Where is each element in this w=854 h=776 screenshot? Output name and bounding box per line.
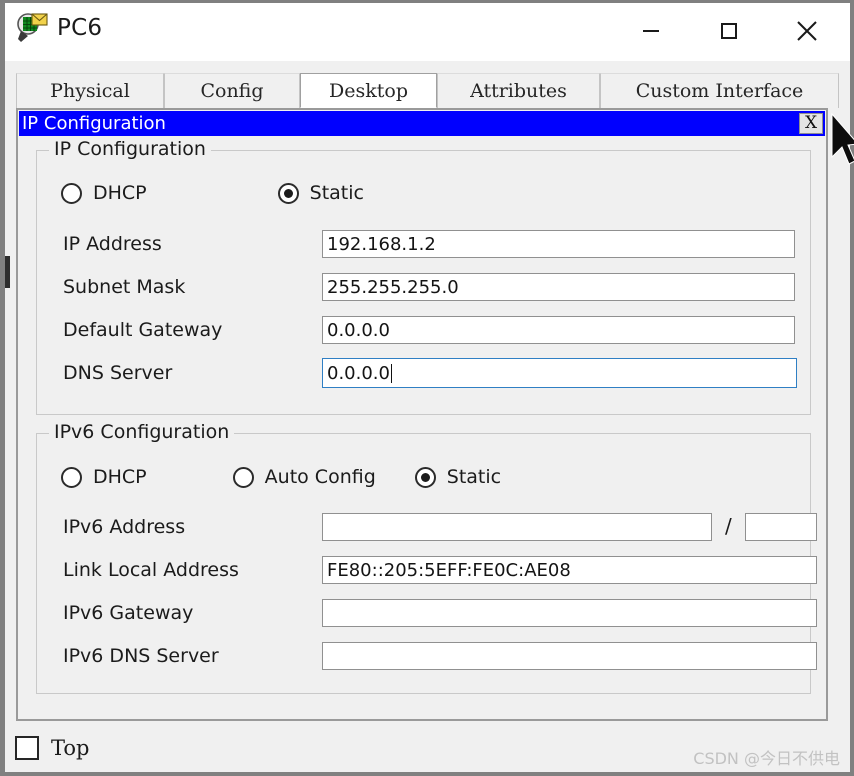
minimize-icon [643, 30, 659, 32]
maximize-button[interactable] [690, 3, 768, 59]
ip-address-label: IP Address [63, 233, 162, 255]
ipv6-auto-config-label: Auto Config [264, 466, 376, 488]
ipv6-prefix-separator: / [725, 514, 732, 538]
dialog-title: IP Configuration [22, 112, 166, 134]
tab-custom-interface[interactable]: Custom Interface [600, 73, 839, 108]
dns-server-input[interactable]: 0.0.0.0 [322, 358, 797, 388]
radio-circle-checked-icon [414, 466, 436, 488]
link-local-address-input[interactable]: FE80::205:5EFF:FE0C:AE08 [322, 556, 817, 584]
ipv6-dhcp-radio[interactable]: DHCP [61, 466, 147, 488]
ipv6-static-radio[interactable]: Static [414, 466, 502, 488]
ipv6-gateway-input[interactable] [322, 599, 817, 627]
ipv4-dhcp-radio[interactable]: DHCP [61, 182, 147, 204]
top-checkbox-row[interactable]: Top [15, 736, 89, 760]
ipv6-static-label: Static [446, 466, 502, 488]
ipv6-configuration-group: IPv6 Configuration DHCP Auto Config Stat… [36, 421, 817, 694]
tab-physical[interactable]: Physical [16, 73, 164, 108]
link-local-address-label: Link Local Address [63, 559, 239, 581]
dns-server-value: 0.0.0.0 [327, 362, 390, 384]
watermark-text: CSDN @今日不供电 [693, 749, 840, 768]
radio-circle-checked-icon [277, 182, 299, 204]
ipv6-auto-config-radio[interactable]: Auto Config [232, 466, 376, 488]
device-tabs: Physical Config Desktop Attributes Custo… [16, 73, 839, 108]
ipv4-static-radio[interactable]: Static [277, 182, 364, 204]
maximize-icon [721, 23, 737, 39]
ipv4-static-label: Static [309, 182, 364, 204]
ipv4-mode-radio-group: DHCP Static [61, 182, 364, 204]
ipv6-dhcp-label: DHCP [93, 466, 147, 488]
text-caret [390, 363, 392, 383]
window-controls [612, 3, 846, 59]
radio-circle-unchecked-icon [61, 466, 82, 488]
radio-circle-unchecked-icon [61, 182, 82, 204]
window-title-group: PC6 [15, 11, 102, 45]
tab-config[interactable]: Config [164, 73, 300, 108]
subnet-mask-input[interactable]: 255.255.255.0 [322, 273, 795, 301]
ipv6-address-input[interactable] [322, 513, 712, 541]
dialog-titlebar[interactable]: IP Configuration X [19, 111, 825, 136]
default-gateway-input[interactable]: 0.0.0.0 [322, 316, 795, 344]
ipv6-prefix-length-input[interactable] [745, 513, 817, 541]
ipv4-group-title: IP Configuration [49, 138, 211, 160]
packet-tracer-pc-icon [15, 11, 49, 45]
ipv6-group-title: IPv6 Configuration [49, 421, 235, 443]
minimize-button[interactable] [612, 3, 690, 59]
ipv6-mode-radio-group: DHCP Auto Config Static [61, 466, 501, 488]
tab-desktop[interactable]: Desktop [300, 73, 437, 108]
ip-configuration-dialog: IP Configuration X IP Configuration DHCP… [16, 108, 828, 721]
window-edge-artifact [5, 256, 10, 288]
ipv6-address-label: IPv6 Address [63, 516, 186, 538]
pc6-device-window: PC6 Physical Config Desktop Attributes C… [0, 0, 854, 776]
close-icon [797, 21, 817, 41]
mouse-cursor-icon [830, 112, 854, 167]
close-button[interactable] [768, 3, 846, 59]
window-title-text: PC6 [57, 15, 103, 41]
subnet-mask-label: Subnet Mask [63, 276, 186, 298]
dns-server-label: DNS Server [63, 362, 173, 384]
radio-circle-unchecked-icon [232, 466, 254, 488]
top-checkbox[interactable] [15, 736, 39, 760]
ipv6-dns-server-input[interactable] [322, 642, 817, 670]
window-titlebar: PC6 [5, 3, 850, 61]
tab-attributes[interactable]: Attributes [437, 73, 600, 108]
ip-address-input[interactable]: 192.168.1.2 [322, 230, 795, 258]
dialog-close-button[interactable]: X [799, 113, 823, 134]
ipv4-dhcp-label: DHCP [93, 182, 147, 204]
ipv6-gateway-label: IPv6 Gateway [63, 602, 194, 624]
default-gateway-label: Default Gateway [63, 319, 223, 341]
ipv4-configuration-group: IP Configuration DHCP Static IP Address … [36, 138, 811, 415]
dialog-body: IP Configuration DHCP Static IP Address … [19, 136, 825, 718]
ipv6-dns-server-label: IPv6 DNS Server [63, 645, 219, 667]
top-checkbox-label: Top [51, 736, 90, 760]
